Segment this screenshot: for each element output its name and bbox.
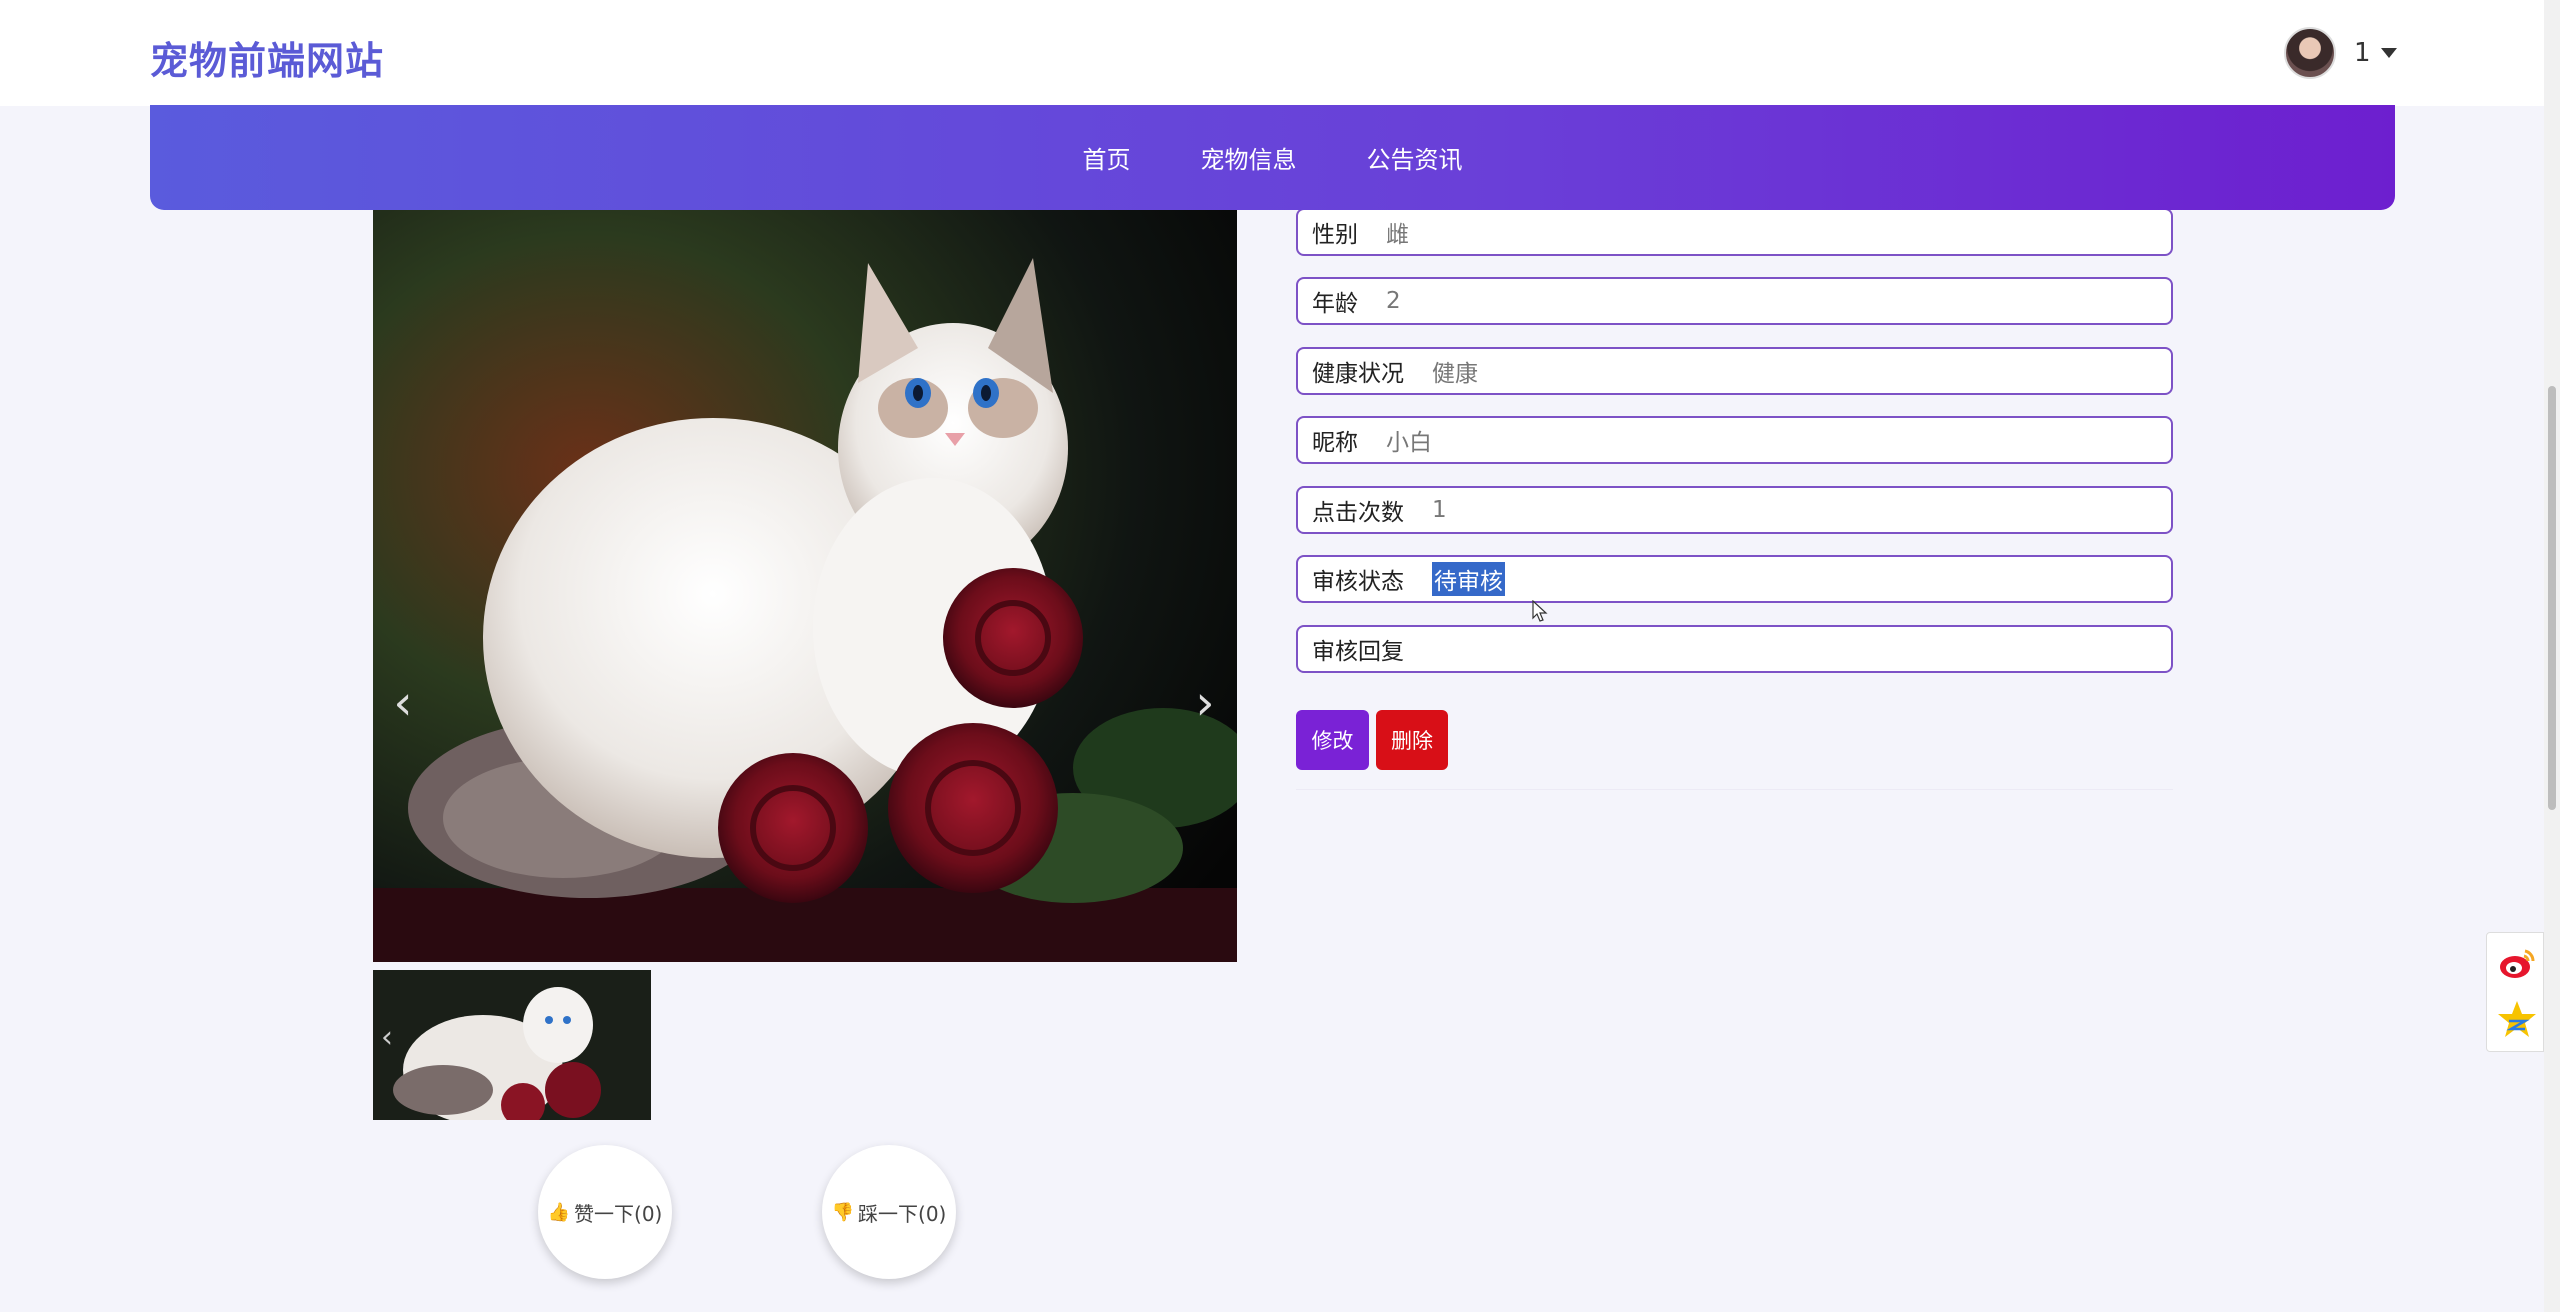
thumbs-down-icon: 👎 xyxy=(831,1201,855,1223)
delete-button[interactable]: 删除 xyxy=(1376,710,1448,770)
caret-down-icon[interactable] xyxy=(2380,48,2397,58)
weibo-icon[interactable] xyxy=(2497,943,2537,983)
field-health: 健康状况 健康 xyxy=(1296,347,2173,395)
thumbs-up-icon: 👍 xyxy=(547,1201,571,1223)
field-label: 健康状况 xyxy=(1312,361,1404,387)
field-value: 雌 xyxy=(1386,222,1409,248)
nav-item-announcements[interactable]: 公告资讯 xyxy=(1367,140,1463,175)
field-value: 1 xyxy=(1432,497,1447,523)
nav-item-pet-info[interactable]: 宠物信息 xyxy=(1201,140,1297,175)
main-nav: 首页 宠物信息 公告资讯 xyxy=(150,105,2395,210)
thumbnail-photo xyxy=(373,970,651,1120)
scrollbar-thumb[interactable] xyxy=(2548,386,2556,810)
like-label: 赞一下(0) xyxy=(574,1201,663,1226)
username[interactable]: 1 xyxy=(2354,38,2371,68)
like-button[interactable]: 👍 赞一下(0) xyxy=(538,1145,672,1279)
field-label: 点击次数 xyxy=(1312,500,1404,526)
thumbnail-prev-icon[interactable]: ‹ xyxy=(381,1020,393,1055)
field-gender: 性别 雌 xyxy=(1296,208,2173,256)
dislike-button[interactable]: 👎 踩一下(0) xyxy=(822,1145,956,1279)
field-label: 昵称 xyxy=(1312,430,1358,456)
field-label: 年龄 xyxy=(1312,291,1358,317)
field-value-selected[interactable]: 待审核 xyxy=(1432,562,1505,596)
field-value: 小白 xyxy=(1386,430,1432,456)
mouse-cursor-icon xyxy=(1532,600,1548,622)
dislike-label: 踩一下(0) xyxy=(858,1201,947,1226)
site-title[interactable]: 宠物前端网站 xyxy=(150,30,384,85)
nav-item-home[interactable]: 首页 xyxy=(1083,140,1131,175)
divider xyxy=(1296,789,2173,790)
avatar[interactable] xyxy=(2284,27,2336,79)
share-panel xyxy=(2486,932,2544,1052)
pet-photo xyxy=(373,208,1237,962)
chevron-right-icon[interactable]: › xyxy=(1185,678,1225,728)
user-menu[interactable]: 1 xyxy=(2284,24,2397,82)
field-label: 审核状态 xyxy=(1312,569,1404,595)
pet-image-carousel: ‹ › xyxy=(373,208,1237,962)
field-nickname: 昵称 小白 xyxy=(1296,416,2173,464)
field-label: 审核回复 xyxy=(1312,639,1404,665)
field-review-status: 审核状态 待审核 xyxy=(1296,555,2173,603)
qzone-star-icon[interactable] xyxy=(2497,999,2537,1039)
field-age: 年龄 2 xyxy=(1296,277,2173,325)
top-header: 宠物前端网站 1 xyxy=(0,0,2560,106)
pet-thumbnail[interactable]: ‹ xyxy=(373,970,651,1120)
chevron-left-icon[interactable]: ‹ xyxy=(383,678,423,728)
field-review-reply: 审核回复 xyxy=(1296,625,2173,673)
edit-button[interactable]: 修改 xyxy=(1296,710,1369,770)
field-label: 性别 xyxy=(1312,222,1358,248)
field-value: 健康 xyxy=(1432,361,1478,387)
field-value: 2 xyxy=(1386,288,1401,314)
field-click-count: 点击次数 1 xyxy=(1296,486,2173,534)
